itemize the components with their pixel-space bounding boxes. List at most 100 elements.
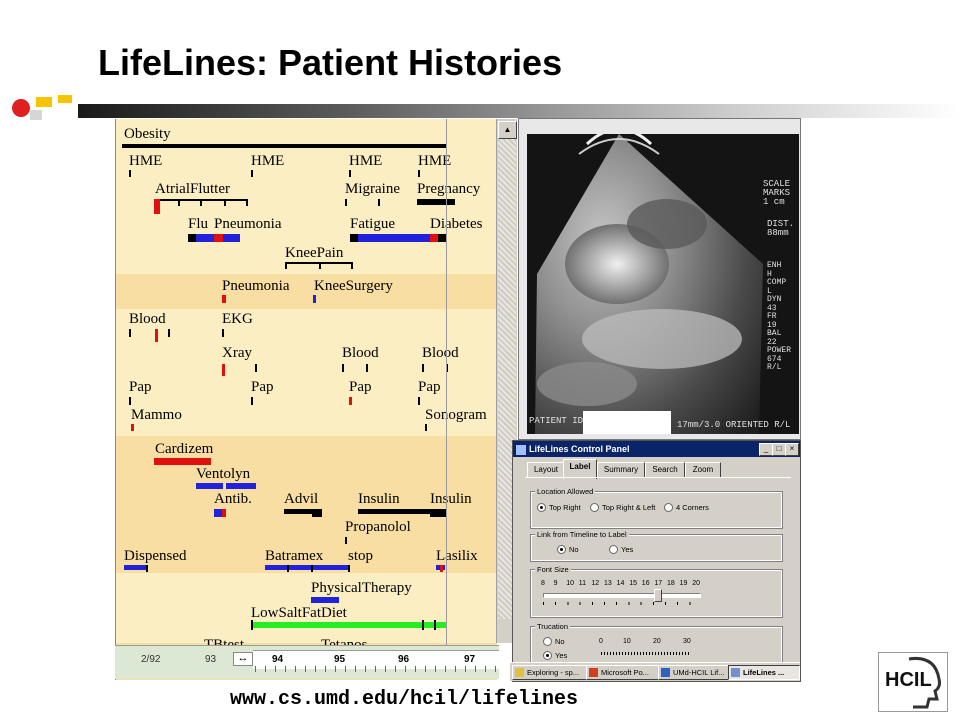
mark-diabetes-red[interactable] xyxy=(430,234,438,242)
bar-cardizem[interactable] xyxy=(154,458,211,465)
label-sonogram[interactable]: Sonogram xyxy=(425,408,487,423)
bar-low-salt-fat-diet[interactable] xyxy=(251,622,446,628)
mark-blood-red[interactable] xyxy=(155,329,158,342)
bar-ventolyn-1[interactable] xyxy=(196,483,223,489)
label-physical-therapy[interactable]: PhysicalTherapy xyxy=(311,581,412,596)
sonogram-image-panel[interactable]: SCALE MARKS 1 cm DIST. 88mm ENH H COMP L… xyxy=(518,118,801,440)
label-hme-1[interactable]: HME xyxy=(129,154,162,169)
label-low-salt-fat-diet[interactable]: LowSaltFatDiet xyxy=(251,606,347,621)
label-hme-2[interactable]: HME xyxy=(251,154,284,169)
footer-url[interactable]: www.cs.umd.edu/hcil/lifelines xyxy=(230,688,578,711)
mark-advil[interactable] xyxy=(312,509,322,517)
mark-antib-red[interactable] xyxy=(222,509,226,517)
radio-icon[interactable] xyxy=(609,544,618,554)
radio-icon[interactable] xyxy=(664,502,673,512)
label-mammo[interactable]: Mammo xyxy=(131,408,182,423)
label-knee-pain[interactable]: KneePain xyxy=(285,246,343,261)
bar-physical-therapy[interactable] xyxy=(311,597,339,603)
bar-insulin-1[interactable] xyxy=(358,509,430,514)
mark-xray-red[interactable] xyxy=(222,364,225,376)
tab-label[interactable]: Label xyxy=(563,459,597,479)
font-size-slider-thumb[interactable] xyxy=(654,589,663,602)
label-pap-4[interactable]: Pap xyxy=(418,380,441,395)
label-fatigue[interactable]: Fatigue xyxy=(350,217,395,232)
mark-knee-surgery[interactable] xyxy=(313,295,316,303)
bar-ventolyn-2[interactable] xyxy=(226,483,256,489)
bar-antib[interactable] xyxy=(214,509,222,517)
label-insulin-1[interactable]: Insulin xyxy=(358,492,400,507)
link-option-no[interactable]: No xyxy=(557,544,579,555)
mark-flu[interactable] xyxy=(188,234,196,242)
label-atrial-flutter[interactable]: AtrialFlutter xyxy=(155,182,230,197)
label-obesity[interactable]: Obesity xyxy=(124,127,171,142)
control-panel-window[interactable]: LifeLines Control Panel _ □ × Layout Lab… xyxy=(512,440,801,682)
lifelines-timeline[interactable]: Obesity HME HME HME HME AtrialFlutter Mi… xyxy=(115,119,497,680)
radio-selected-icon[interactable] xyxy=(537,502,546,512)
label-pneumonia-2[interactable]: Pneumonia xyxy=(222,279,290,294)
tick-hme-1[interactable] xyxy=(129,170,131,177)
label-dispensed[interactable]: Dispensed xyxy=(124,549,187,564)
tick-hme-4[interactable] xyxy=(418,170,420,177)
time-axis[interactable]: 2/92 93 ↔ 94 95 96 97 xyxy=(115,645,499,679)
label-stop[interactable]: stop xyxy=(348,549,373,564)
label-hme-3[interactable]: HME xyxy=(349,154,382,169)
radio-selected-icon[interactable] xyxy=(557,544,566,554)
label-flu[interactable]: Flu xyxy=(188,217,208,232)
label-pap-3[interactable]: Pap xyxy=(349,380,372,395)
label-ekg[interactable]: EKG xyxy=(222,312,253,327)
trunc-slider-ticks[interactable] xyxy=(601,652,689,655)
mark-diabetes[interactable] xyxy=(438,234,446,242)
link-option-yes[interactable]: Yes xyxy=(609,544,633,555)
label-ventolyn[interactable]: Ventolyn xyxy=(196,467,250,482)
bar-obesity[interactable] xyxy=(122,144,446,148)
label-blood-3[interactable]: Blood xyxy=(422,346,459,361)
mark-mammo[interactable] xyxy=(131,424,134,431)
font-size-slider-track[interactable] xyxy=(543,593,701,598)
tab-zoom[interactable]: Zoom xyxy=(685,462,721,478)
label-advil[interactable]: Advil xyxy=(284,492,318,507)
mark-lasilix-red[interactable] xyxy=(440,565,443,572)
bar-pregnancy[interactable] xyxy=(417,199,455,205)
label-blood-1[interactable]: Blood xyxy=(129,312,166,327)
bar-insulin-2[interactable] xyxy=(430,509,446,517)
close-button[interactable]: × xyxy=(785,443,799,456)
time-cursor[interactable] xyxy=(446,119,447,659)
label-propanolol[interactable]: Propanolol xyxy=(345,520,411,535)
bar-batramex[interactable] xyxy=(265,565,348,570)
tab-layout[interactable]: Layout xyxy=(527,462,565,478)
label-diabetes[interactable]: Diabetes xyxy=(430,217,482,232)
location-option-top-right-left[interactable]: Top Right & Left xyxy=(590,502,655,513)
trunc-option-no[interactable]: No xyxy=(543,636,565,647)
label-batramex[interactable]: Batramex xyxy=(265,549,323,564)
taskbar-item-powerpoint[interactable]: Microsoft Po... xyxy=(586,665,660,680)
label-blood-2[interactable]: Blood xyxy=(342,346,379,361)
tab-search[interactable]: Search xyxy=(645,462,685,478)
location-option-4-corners[interactable]: 4 Corners xyxy=(664,502,709,513)
mark-pneumonia-red[interactable] xyxy=(214,234,223,242)
sonogram-image[interactable]: SCALE MARKS 1 cm DIST. 88mm ENH H COMP L… xyxy=(527,134,799,434)
label-pregnancy[interactable]: Pregnancy xyxy=(417,182,480,197)
label-xray[interactable]: Xray xyxy=(222,346,252,361)
mark-atrial-flutter-red[interactable] xyxy=(154,199,160,214)
tab-summary[interactable]: Summary xyxy=(597,462,645,478)
radio-selected-icon[interactable] xyxy=(543,650,552,660)
mark-pneumonia-2[interactable] xyxy=(222,295,226,303)
taskbar-item-lifelines[interactable]: LifeLines ... xyxy=(728,665,800,680)
trunc-option-yes[interactable]: Yes xyxy=(543,650,567,661)
tick-hme-3[interactable] xyxy=(349,170,351,177)
label-pap-2[interactable]: Pap xyxy=(251,380,274,395)
zoom-arrows-icon[interactable]: ↔ xyxy=(233,652,253,666)
bar-dispensed[interactable] xyxy=(124,565,146,570)
label-insulin-2[interactable]: Insulin xyxy=(430,492,472,507)
radio-icon[interactable] xyxy=(543,636,552,646)
taskbar-item-exploring[interactable]: Exploring - sp... xyxy=(512,665,588,680)
mark-fatigue[interactable] xyxy=(350,234,358,242)
label-pap-1[interactable]: Pap xyxy=(129,380,152,395)
mark-pap-red[interactable] xyxy=(349,397,352,405)
label-knee-surgery[interactable]: KneeSurgery xyxy=(314,279,393,294)
minimize-button[interactable]: _ xyxy=(759,443,773,456)
maximize-button[interactable]: □ xyxy=(772,443,786,456)
label-pneumonia-1[interactable]: Pneumonia xyxy=(214,217,282,232)
radio-icon[interactable] xyxy=(590,502,599,512)
control-panel-titlebar[interactable]: LifeLines Control Panel xyxy=(513,441,800,457)
